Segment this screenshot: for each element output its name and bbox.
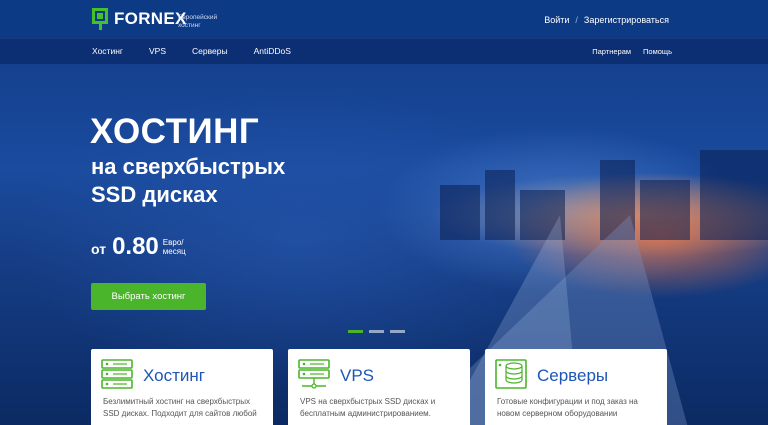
price-value: 0.80 [112, 233, 159, 260]
card-description: VPS на сверхбыстрых SSD дисках и бесплат… [300, 397, 436, 418]
card-description: Безлимитный хостинг на сверхбыстрых SSD … [103, 397, 257, 418]
auth-links: Войти / Зарегистрироваться [544, 15, 669, 25]
nav-item-vps[interactable]: VPS [149, 46, 166, 56]
database-icon [495, 359, 527, 389]
card-vps[interactable]: VPS VPS на сверхбыстрых SSD дисках и бес… [288, 349, 470, 425]
partners-link[interactable]: Партнерам [592, 47, 631, 56]
card-title: Хостинг [143, 366, 205, 385]
server-rack-icon [101, 359, 133, 389]
hero-subtitle: на сверхбыстрых SSD дисках [91, 154, 286, 207]
register-link[interactable]: Зарегистрироваться [584, 15, 669, 25]
logo-text: FORNEX [114, 9, 187, 28]
hero-title: ХОСТИНГ [90, 112, 260, 151]
card-title: Серверы [537, 366, 609, 385]
slider-dot-3[interactable] [390, 330, 405, 333]
logo-tagline: Европейский хостинг [178, 14, 218, 29]
card-hosting[interactable]: Хостинг Безлимитный хостинг на сверхбыст… [91, 349, 273, 425]
login-link[interactable]: Войти [544, 15, 569, 25]
slider-dot-1[interactable] [348, 330, 363, 333]
logo-icon [92, 8, 110, 30]
help-link[interactable]: Помощь [643, 47, 672, 56]
card-description: Готовые конфигурации и под заказ на ново… [497, 397, 638, 418]
price-prefix: от [91, 241, 107, 257]
slider-dots [348, 330, 405, 333]
card-servers[interactable]: Серверы Готовые конфигурации и под заказ… [485, 349, 667, 425]
logo[interactable]: FORNEX [92, 8, 187, 30]
nav-item-servers[interactable]: Серверы [192, 46, 228, 56]
hero-price: от 0.80 Евро/ месяц [91, 233, 203, 261]
nav-item-antiddos[interactable]: AntiDDoS [254, 46, 291, 56]
vps-server-icon [298, 359, 330, 389]
card-title: VPS [340, 366, 375, 385]
nav-item-hosting[interactable]: Хостинг [92, 46, 123, 56]
slider-dot-2[interactable] [369, 330, 384, 333]
top-bar: FORNEX Европейский хостинг Войти / Зарег… [0, 0, 768, 38]
choose-hosting-button[interactable]: Выбрать хостинг [91, 283, 206, 310]
price-unit: Евро/ месяц [162, 238, 186, 256]
auth-separator: / [575, 15, 578, 25]
main-nav: Хостинг VPS Серверы AntiDDoS Партнерам П… [0, 38, 768, 64]
